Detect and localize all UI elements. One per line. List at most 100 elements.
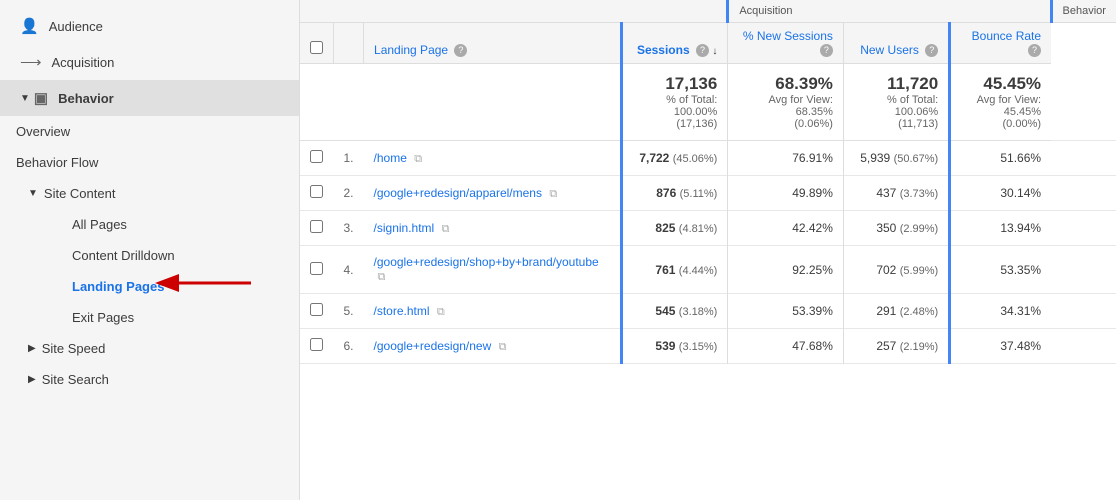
sessions-header-label[interactable]: Sessions (637, 43, 690, 57)
row-checkbox-cell[interactable] (300, 141, 334, 176)
row-checkbox[interactable] (310, 185, 323, 198)
external-link-icon[interactable]: ⧉ (499, 341, 507, 353)
new-sessions-header-label[interactable]: % New Sessions (743, 29, 833, 43)
row-checkbox[interactable] (310, 220, 323, 233)
row-new-sessions-cell: 76.91% (728, 141, 844, 176)
totals-new-sessions-sub2: 68.35% (738, 106, 833, 118)
row-page-cell: /google+redesign/new ⧉ (364, 329, 622, 364)
chevron-right-icon-2: ▶ (28, 374, 36, 385)
header-new-users: New Users ? (843, 23, 949, 64)
row-page-link[interactable]: /google+redesign/apparel/mens (374, 186, 542, 200)
row-new-users-cell: 5,939 (50.67%) (843, 141, 949, 176)
data-table: Acquisition Behavior Landing Page ? Sess… (300, 0, 1116, 364)
row-sessions-cell: 876 (5.11%) (621, 176, 728, 211)
sidebar-label-landing-pages: Landing Pages (72, 279, 164, 294)
row-bounce-rate-cell: 37.48% (950, 329, 1051, 364)
row-checkbox[interactable] (310, 303, 323, 316)
totals-new-users-pct: % of Total: 100.06% (854, 94, 938, 118)
totals-bounce-rate-sub2: 45.45% (961, 106, 1041, 118)
landing-page-help-icon[interactable]: ? (454, 44, 467, 57)
totals-bounce-rate-cell: 45.45% Avg for View: 45.45% (0.00%) (950, 64, 1051, 141)
row-checkbox-cell[interactable] (300, 176, 334, 211)
row-new-users-value: 437 (876, 186, 896, 200)
sidebar: 👤 Audience ⟶ Acquisition ▼ ▣ Behavior Ov… (0, 0, 300, 500)
bounce-rate-header-label[interactable]: Bounce Rate (972, 29, 1041, 43)
row-checkbox[interactable] (310, 262, 323, 275)
row-new-users-cell: 257 (2.19%) (843, 329, 949, 364)
row-new-sessions-value: 47.68% (792, 339, 833, 353)
row-bounce-rate-value: 37.48% (1000, 339, 1041, 353)
bounce-rate-help-icon[interactable]: ? (1028, 44, 1041, 57)
totals-sessions-value: 17,136 (633, 74, 718, 94)
sidebar-label-audience: Audience (49, 19, 103, 34)
row-new-users-value: 350 (876, 221, 896, 235)
row-checkbox[interactable] (310, 338, 323, 351)
row-sessions-value: 761 (655, 263, 675, 277)
totals-new-users-value: 11,720 (854, 74, 938, 94)
external-link-icon[interactable]: ⧉ (437, 306, 445, 318)
row-sessions-value: 825 (655, 221, 675, 235)
new-users-header-label[interactable]: New Users (860, 43, 919, 57)
row-checkbox-cell[interactable] (300, 294, 334, 329)
sidebar-item-site-content[interactable]: ▼ Site Content (0, 178, 299, 209)
sidebar-item-site-search[interactable]: ▶ Site Search (0, 364, 299, 395)
row-checkbox[interactable] (310, 150, 323, 163)
sidebar-item-site-speed[interactable]: ▶ Site Speed (0, 333, 299, 364)
new-users-help-icon[interactable]: ? (925, 44, 938, 57)
row-num: 4. (334, 246, 364, 294)
row-bounce-rate-value: 53.35% (1000, 263, 1041, 277)
sidebar-item-acquisition[interactable]: ⟶ Acquisition (0, 44, 299, 80)
sidebar-sub-group: All Pages Content Drilldown Landing Page… (0, 209, 299, 333)
sessions-help-icon[interactable]: ? (696, 44, 709, 57)
row-new-sessions-value: 76.91% (792, 151, 833, 165)
row-checkbox-cell[interactable] (300, 211, 334, 246)
row-checkbox-cell[interactable] (300, 246, 334, 294)
sort-down-icon[interactable]: ↓ (712, 46, 717, 57)
row-sessions-pct: (5.11%) (680, 188, 718, 200)
external-link-icon[interactable]: ⧉ (442, 223, 450, 235)
sidebar-item-content-drilldown[interactable]: Content Drilldown (56, 240, 299, 271)
row-page-link[interactable]: /signin.html (374, 221, 435, 235)
landing-page-header-label[interactable]: Landing Page (374, 43, 448, 57)
sidebar-item-behavior-flow[interactable]: Behavior Flow (0, 147, 299, 178)
row-new-sessions-cell: 42.42% (728, 211, 844, 246)
row-bounce-rate-cell: 34.31% (950, 294, 1051, 329)
external-link-icon[interactable]: ⧉ (378, 271, 386, 283)
totals-bounce-rate-sub3: (0.00%) (961, 118, 1041, 130)
row-sessions-value: 545 (655, 304, 675, 318)
audience-icon: 👤 (20, 17, 39, 35)
row-page-link[interactable]: /store.html (374, 304, 430, 318)
sidebar-item-behavior[interactable]: ▼ ▣ Behavior (0, 80, 299, 116)
row-new-users-cell: 437 (3.73%) (843, 176, 949, 211)
row-new-sessions-cell: 49.89% (728, 176, 844, 211)
row-page-link[interactable]: /google+redesign/new (374, 339, 492, 353)
sidebar-label-site-search: Site Search (42, 372, 109, 387)
row-sessions-cell: 545 (3.18%) (621, 294, 728, 329)
new-sessions-help-icon[interactable]: ? (820, 44, 833, 57)
row-bounce-rate-value: 34.31% (1000, 304, 1041, 318)
sidebar-label-content-drilldown: Content Drilldown (72, 248, 175, 263)
header-new-sessions: % New Sessions ? (728, 23, 844, 64)
header-checkbox[interactable] (300, 23, 334, 64)
acquisition-group: Acquisition (728, 0, 1051, 23)
external-link-icon[interactable]: ⧉ (414, 153, 422, 165)
external-link-icon[interactable]: ⧉ (549, 188, 557, 200)
row-bounce-rate-cell: 30.14% (950, 176, 1051, 211)
row-num: 2. (334, 176, 364, 211)
row-new-users-pct: (2.19%) (900, 341, 939, 353)
sidebar-item-all-pages[interactable]: All Pages (56, 209, 299, 240)
row-sessions-pct: (45.06%) (673, 153, 718, 165)
table-row: 5. /store.html ⧉ 545 (3.18%) 53.39% 291 … (300, 294, 1116, 329)
sidebar-item-audience[interactable]: 👤 Audience (0, 8, 299, 44)
sidebar-label-all-pages: All Pages (72, 217, 127, 232)
row-bounce-rate-cell: 13.94% (950, 211, 1051, 246)
sidebar-item-exit-pages[interactable]: Exit Pages (56, 302, 299, 333)
row-page-link[interactable]: /google+redesign/shop+by+brand/youtube (374, 255, 599, 269)
row-page-link[interactable]: /home (374, 151, 407, 165)
behavior-group: Behavior (1051, 0, 1116, 23)
sidebar-item-overview[interactable]: Overview (0, 116, 299, 147)
select-all-checkbox[interactable] (310, 41, 323, 54)
chevron-right-icon: ▶ (28, 343, 36, 354)
row-checkbox-cell[interactable] (300, 329, 334, 364)
sidebar-item-landing-pages[interactable]: Landing Pages (56, 271, 299, 302)
